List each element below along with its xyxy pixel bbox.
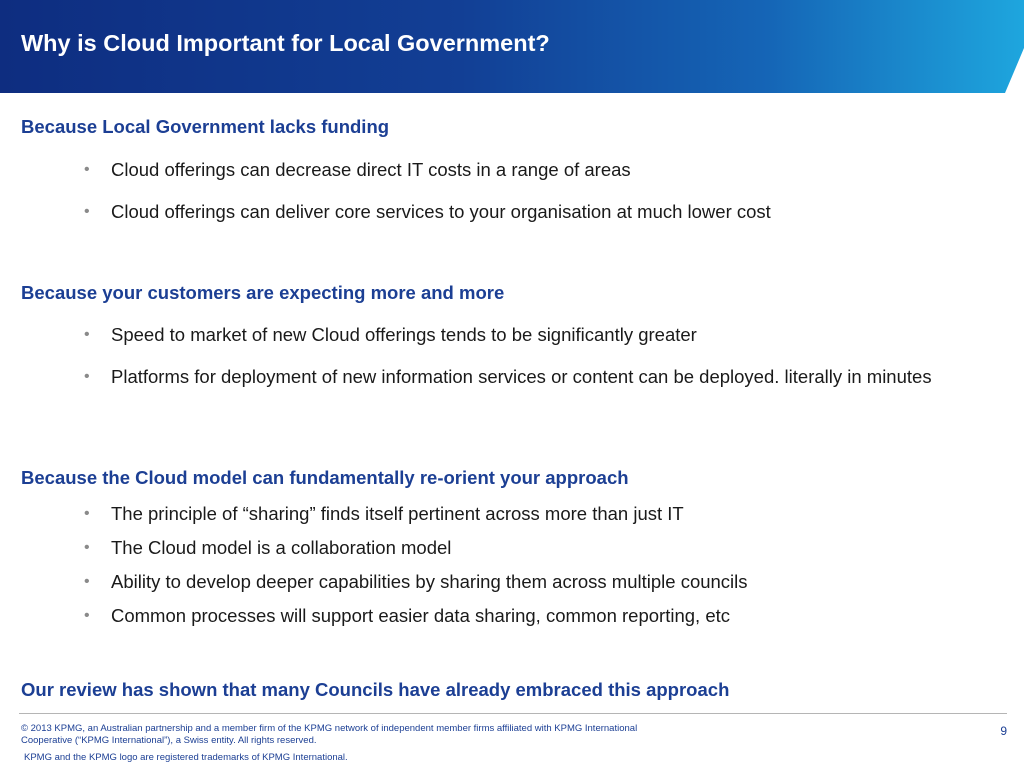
footer-copyright-line2: Cooperative (“KPMG International”), a Sw… — [21, 735, 317, 746]
list-item: • Cloud offerings can decrease direct IT … — [84, 159, 631, 180]
footer-divider — [19, 713, 1007, 714]
footer-copyright-line1: © 2013 KPMG, an Australian partnership a… — [21, 723, 638, 734]
section-heading-cloud-model: Because the Cloud model can fundamentall… — [21, 467, 629, 488]
bullet-icon: • — [84, 326, 90, 343]
list-item: • Cloud offerings can deliver core servic… — [84, 201, 771, 222]
bullet-list-funding: • Cloud offerings can decrease direct IT … — [0, 157, 991, 241]
footer-trademark: KPMG and the KPMG logo are registered tr… — [24, 752, 348, 763]
bullet-icon: • — [84, 368, 90, 385]
list-item: • Speed to market of new Cloud offerings … — [84, 324, 697, 345]
bullet-list-customers: • Speed to market of new Cloud offerings … — [0, 322, 991, 406]
list-item: • The Cloud model is a collaboration mode… — [84, 537, 452, 558]
conclusion-heading: Our review has shown that many Councils … — [21, 679, 730, 700]
bullet-icon: • — [84, 203, 90, 220]
bullet-icon: • — [84, 161, 90, 178]
list-item: • Ability to develop deeper capabilities … — [84, 571, 748, 592]
bullet-list-cloud-model: • The principle of “sharing” finds itself… — [0, 501, 991, 637]
list-item: • The principle of “sharing” finds itself… — [84, 503, 684, 524]
bullet-icon: • — [84, 607, 90, 624]
bullet-icon: • — [84, 539, 90, 556]
page-number: 9 — [1000, 724, 1007, 738]
bullet-icon: • — [84, 505, 90, 522]
page-title: Why is Cloud Important for Local Governm… — [21, 30, 550, 56]
list-item: • Common processes will support easier da… — [84, 605, 731, 626]
section-heading-funding: Because Local Government lacks funding — [21, 116, 390, 137]
bullet-icon: • — [84, 573, 90, 590]
list-item: • Platforms for deployment of new informa… — [84, 366, 932, 387]
section-heading-customers: Because your customers are expecting mor… — [21, 282, 505, 303]
